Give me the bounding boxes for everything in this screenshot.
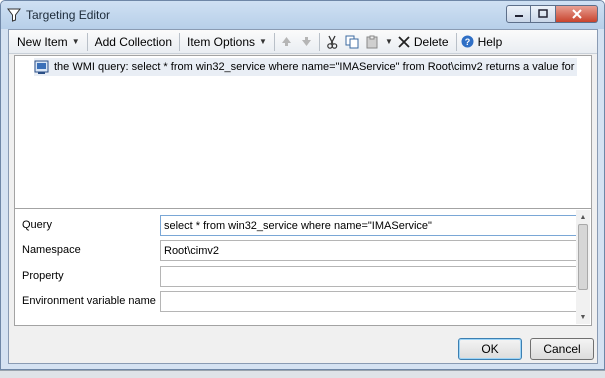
wmi-query-icon [34, 60, 49, 74]
scroll-up-icon[interactable]: ▲ [576, 210, 590, 224]
move-up-button[interactable] [277, 32, 297, 52]
move-down-button[interactable] [297, 32, 317, 52]
property-row-environment-variable: Environment variable name [15, 289, 577, 314]
namespace-label: Namespace [22, 244, 81, 256]
toolbar-separator [179, 32, 180, 51]
environment-variable-label: Environment variable name [22, 295, 156, 307]
scissors-icon [327, 35, 338, 49]
toolbar-separator [86, 32, 88, 51]
close-button[interactable] [556, 5, 598, 23]
cancel-button[interactable]: Cancel [530, 338, 594, 360]
tree-item-label: the WMI query: select * from win32_servi… [54, 61, 575, 73]
help-label: Help [477, 34, 503, 49]
properties-scrollbar[interactable]: ▲ ▼ [576, 210, 590, 324]
close-icon [398, 35, 410, 48]
chevron-down-icon: ▼ [259, 37, 267, 46]
minimize-icon [514, 15, 523, 17]
minimize-button[interactable] [506, 5, 531, 23]
cut-button[interactable] [322, 32, 342, 52]
delete-button[interactable]: Delete [396, 32, 454, 52]
targeting-editor-window: Targeting Editor New Item ▼ Add Collecti… [0, 0, 605, 370]
close-icon [571, 9, 582, 19]
query-label: Query [22, 219, 52, 231]
property-row-property: Property [15, 264, 577, 289]
namespace-field[interactable] [160, 240, 577, 261]
help-button[interactable]: ? Help [459, 32, 508, 52]
chevron-down-icon: ▼ [71, 37, 80, 46]
editor-client-area: New Item ▼ Add Collection Item Options ▼ [8, 29, 598, 364]
chevron-down-icon[interactable]: ▼ [385, 37, 393, 46]
toolbar-separator [455, 32, 457, 51]
query-field[interactable] [160, 215, 577, 236]
property-row-query: Query [15, 213, 577, 238]
new-item-button[interactable]: New Item ▼ [12, 32, 85, 52]
property-row-namespace: Namespace [15, 238, 577, 263]
properties-grid: Query Namespace Property Environment var… [14, 208, 592, 326]
scroll-down-icon[interactable]: ▼ [576, 310, 590, 324]
property-field[interactable] [160, 266, 577, 287]
targeting-items-tree[interactable]: the WMI query: select * from win32_servi… [14, 55, 592, 231]
caption-buttons [506, 5, 598, 24]
copy-button[interactable] [342, 32, 362, 52]
new-item-label: New Item [17, 34, 68, 49]
copy-icon [345, 35, 359, 48]
help-icon: ? [461, 35, 474, 48]
environment-variable-field[interactable] [160, 291, 577, 312]
maximize-icon [538, 9, 548, 18]
svg-text:?: ? [464, 37, 470, 47]
clipboard-icon [366, 35, 378, 48]
add-collection-button[interactable]: Add Collection [90, 32, 177, 52]
add-collection-label: Add Collection [94, 34, 172, 49]
toolbar: New Item ▼ Add Collection Item Options ▼ [9, 30, 597, 54]
window-title: Targeting Editor [26, 8, 111, 22]
property-label: Property [22, 270, 64, 282]
paste-button[interactable] [362, 32, 382, 52]
item-options-label: Item Options [187, 34, 256, 49]
toolbar-separator [273, 32, 275, 51]
tree-item[interactable]: the WMI query: select * from win32_servi… [34, 58, 578, 76]
maximize-button[interactable] [531, 5, 556, 23]
delete-label: Delete [413, 34, 449, 49]
taskbar-strip [0, 370, 605, 378]
arrow-down-icon [302, 37, 312, 46]
arrow-up-icon [282, 37, 292, 46]
item-options-button[interactable]: Item Options ▼ [182, 32, 272, 52]
scrollbar-thumb[interactable] [578, 224, 588, 290]
title-bar[interactable]: Targeting Editor [1, 1, 604, 29]
filter-icon [7, 8, 21, 22]
ok-button[interactable]: OK [458, 338, 522, 360]
toolbar-separator [318, 32, 320, 51]
